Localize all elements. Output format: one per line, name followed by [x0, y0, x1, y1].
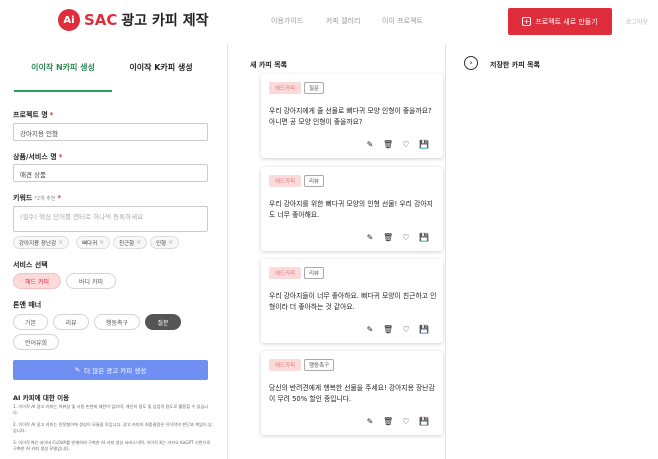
edit-icon[interactable]: ✎: [365, 140, 375, 150]
heart-icon[interactable]: ♡: [401, 140, 411, 150]
save-icon[interactable]: 💾: [419, 233, 429, 243]
delete-icon[interactable]: 🗑: [383, 140, 393, 150]
product-name-input[interactable]: 애견 상품: [13, 164, 208, 182]
tag-tone: 리뷰: [304, 267, 325, 279]
tone-wordplay[interactable]: 언어유희: [13, 334, 59, 350]
tone-review[interactable]: 리뷰: [53, 314, 89, 330]
info-text: 3. 이이작 N은 네이버 CLOVA를 연계하여 구축한 AI 카피 생성 서…: [13, 440, 211, 451]
tone-basic[interactable]: 기본: [13, 314, 48, 330]
tag-head-copy: 헤드카피: [269, 82, 301, 94]
new-copy-list-title: 새 카피 목록: [250, 61, 288, 69]
tag-head-copy: 헤드카피: [269, 267, 301, 279]
heart-icon[interactable]: ♡: [401, 233, 411, 243]
copy-card: 헤드카피 질문 우리 강아지에게 줄 선물로 뻐다귀 모양 인형이 좋을까요? …: [261, 74, 443, 158]
copy-text: 우리 강아지에게 줄 선물로 뻐다귀 모양 인형이 좋을까요? 아니면 공 모양…: [269, 107, 432, 126]
heart-icon[interactable]: ♡: [401, 325, 411, 335]
info-title: AI 카피에 대한 이용: [13, 394, 70, 402]
tag-tone: 질문: [304, 82, 325, 94]
tone-cta[interactable]: 행동촉구: [94, 314, 140, 330]
project-name-input[interactable]: 강아지용 인형: [13, 123, 208, 141]
header: Ai SAC 광고 카피 제작 이용가이드 카피 갤러리 이이 프로젝트 + 프…: [0, 0, 658, 44]
generate-label: 더 많은 광고 카피 생성: [84, 367, 147, 375]
copy-card: 헤드카피 리뷰 우리 강아지들이 너무 좋아하요. 뻐다귀 모양이 친근하고 인…: [261, 259, 443, 343]
saved-copy-list-title: 저장한 카피 목록: [490, 61, 540, 69]
keyword-chip[interactable]: 인형 ×: [150, 236, 180, 249]
tag-head-copy: 헤드카피: [269, 359, 301, 371]
keyword-chip[interactable]: 뻐다귀 ×: [76, 236, 111, 249]
info-text: 1. 이이작 AI 광고 카피는 허위성 및 사용 손한에 제한이 없으며, 개…: [13, 404, 209, 415]
new-project-button[interactable]: + 프로젝트 새로 만들기: [508, 8, 612, 35]
logo-sac: SAC: [84, 11, 118, 29]
nav-projects[interactable]: 이이 프로젝트: [382, 16, 423, 26]
keyword-label: 키워드 *2개 추천 *: [13, 194, 62, 202]
nav-guide[interactable]: 이용가이드: [271, 16, 303, 26]
product-name-label: 상품/서비스 명 *: [13, 153, 63, 161]
edit-icon[interactable]: ✎: [365, 417, 375, 427]
save-icon[interactable]: 💾: [419, 417, 429, 427]
close-icon[interactable]: ×: [168, 239, 173, 246]
edit-icon[interactable]: ✎: [365, 233, 375, 243]
save-icon[interactable]: 💾: [419, 140, 429, 150]
chevron-right-icon[interactable]: ›: [464, 56, 478, 70]
tab-k-copy[interactable]: 이이작 K카피 생성: [112, 62, 210, 73]
logo-ai-badge: Ai: [58, 9, 80, 31]
copy-card: 헤드카피 리뷰 우리 강아지를 위한 뻐다귀 모양의 인형 선물! 우리 강아지…: [261, 167, 443, 251]
right-panel-divider: [445, 44, 446, 459]
keyword-input[interactable]: (필수) 핵심 단어를 엔터로 하나씩 등록하세요: [13, 206, 208, 232]
new-project-label: 프로젝트 새로 만들기: [535, 17, 598, 26]
edit-icon[interactable]: ✎: [365, 325, 375, 335]
copy-text: 우리 강아지를 위한 뻐다귀 모양의 인형 선물! 우리 강아지도 너무 좋아해…: [269, 200, 433, 219]
tone-label: 톤앤 매너: [13, 301, 42, 309]
keyword-chip[interactable]: 친근함 ×: [113, 236, 148, 249]
save-icon[interactable]: 💾: [419, 325, 429, 335]
pencil-icon: ✎: [74, 366, 81, 374]
service-head-copy[interactable]: 헤드 카피: [13, 273, 61, 289]
tag-head-copy: 헤드카피: [269, 175, 301, 187]
info-text: 2. 이이작 AI 광고 카피는 인정형이에 생성이 모듈을 토입니다. 광고 …: [13, 422, 212, 433]
tag-tone: 리뷰: [304, 175, 325, 187]
service-body-copy[interactable]: 바디 카피: [66, 273, 116, 289]
logo-text: 광고 카피 제작: [121, 13, 209, 29]
service-label: 서비스 선택: [13, 261, 48, 269]
tab-n-copy[interactable]: 이이작 N카피 생성: [14, 62, 112, 92]
keyword-chip[interactable]: 강아지용 장난감 ×: [13, 236, 70, 249]
heart-icon[interactable]: ♡: [401, 417, 411, 427]
copy-text: 우리 강아지들이 너무 좋아하요. 뻐다귀 모양이 친근하고 인형이라 더 좋아…: [269, 292, 437, 311]
tone-question[interactable]: 질문: [145, 314, 181, 330]
generate-button[interactable]: ✎ 더 많은 광고 카피 생성: [13, 360, 208, 380]
close-icon[interactable]: ×: [136, 239, 141, 246]
copy-card: 헤드카피 행동촉구 당신의 반려견에게 행복한 선물을 주세요! 강아지용 장난…: [261, 351, 443, 435]
plus-icon: +: [522, 17, 532, 26]
delete-icon[interactable]: 🗑: [383, 325, 393, 335]
delete-icon[interactable]: 🗑: [383, 233, 393, 243]
close-icon[interactable]: ×: [58, 239, 63, 246]
tag-tone: 행동촉구: [304, 359, 335, 371]
project-name-label: 프로젝트 명 *: [13, 111, 54, 119]
logout-link[interactable]: 로그아웃: [626, 17, 648, 26]
nav-gallery[interactable]: 카피 갤러리: [326, 16, 360, 26]
left-panel: 이이작 N카피 생성 이이작 K카피 생성 프로젝트 명 * 강아지용 인형 상품…: [0, 44, 228, 459]
delete-icon[interactable]: 🗑: [383, 417, 393, 427]
logo[interactable]: Ai SAC 광고 카피 제작: [58, 9, 208, 31]
close-icon[interactable]: ×: [99, 239, 104, 246]
copy-text: 당신의 반려견에게 행복한 선물을 주세요! 강아지용 장난감이 무려 50% …: [269, 384, 435, 403]
